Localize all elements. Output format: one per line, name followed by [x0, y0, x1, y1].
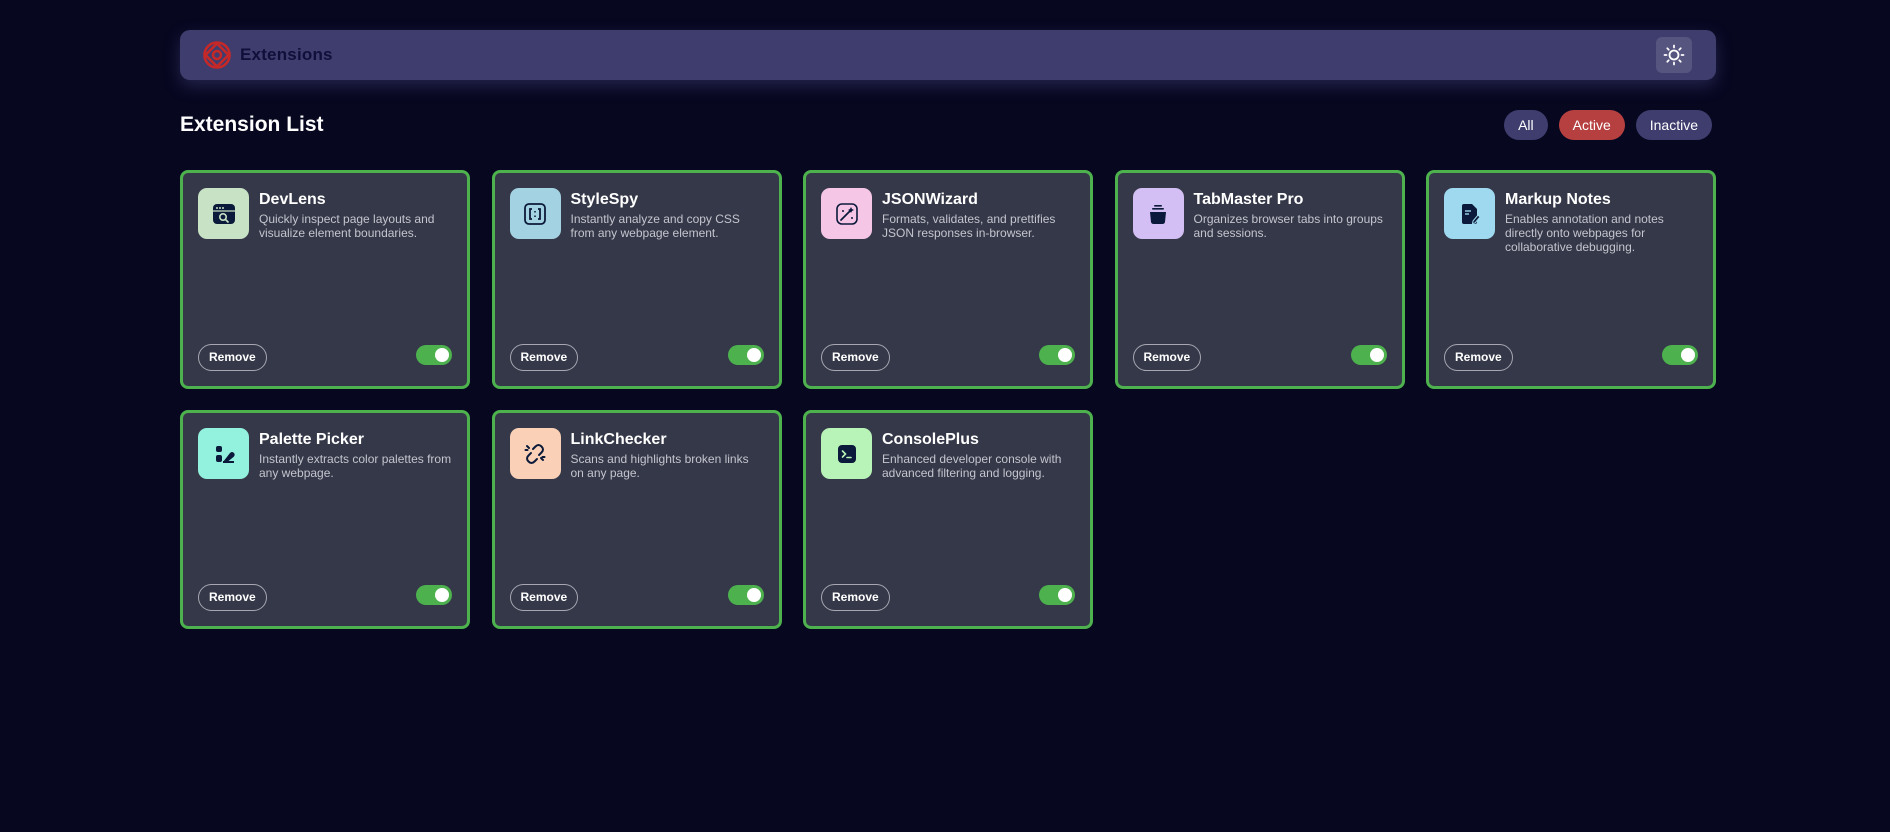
filter-group: All Active Inactive	[1504, 110, 1716, 140]
linkchecker-icon	[509, 428, 561, 479]
extension-description: Instantly analyze and copy CSS from any …	[570, 212, 740, 240]
enable-toggle[interactable]	[416, 344, 452, 365]
remove-button[interactable]: Remove	[509, 583, 579, 611]
consoleplus-icon	[821, 428, 872, 479]
extension-name: JSONWizard	[882, 191, 978, 208]
jsonwizard-icon	[821, 188, 872, 239]
palette-picker-icon	[198, 428, 249, 479]
extension-description: Enhanced developer console with advanced…	[882, 452, 1062, 480]
toggle-knob	[1058, 587, 1072, 602]
extension-name: Markup Notes	[1505, 191, 1611, 208]
tabmaster-icon	[1132, 188, 1184, 239]
enable-toggle[interactable]	[1039, 584, 1075, 605]
extension-name: ConsolePlus	[882, 431, 979, 448]
theme-toggle-button[interactable]	[1656, 37, 1692, 73]
toggle-knob	[1058, 347, 1072, 362]
enable-toggle[interactable]	[416, 584, 452, 605]
extension-name: DevLens	[259, 191, 326, 208]
enable-toggle[interactable]	[1350, 344, 1387, 365]
sun-icon	[1663, 44, 1685, 66]
extension-card: StyleSpy Instantly analyze and copy CSS …	[491, 170, 782, 389]
remove-button[interactable]: Remove	[198, 583, 267, 611]
brand[interactable]: Extensions	[202, 40, 333, 70]
extension-card: DevLens Quickly inspect page layouts and…	[180, 170, 470, 389]
enable-toggle[interactable]	[1039, 344, 1075, 365]
extension-description: Formats, validates, and prettifies JSON …	[882, 212, 1056, 240]
extension-card: LinkChecker Scans and highlights broken …	[491, 410, 782, 629]
extension-description: Instantly extracts color palettes from a…	[259, 452, 452, 480]
remove-button[interactable]: Remove	[821, 343, 890, 371]
enable-toggle[interactable]	[1662, 344, 1698, 365]
filter-all-button[interactable]: All	[1504, 110, 1548, 140]
markup-notes-icon	[1444, 188, 1495, 239]
filter-active-button[interactable]: Active	[1558, 110, 1625, 140]
extension-name: LinkChecker	[570, 431, 667, 448]
extension-card: TabMaster Pro Organizes browser tabs int…	[1114, 170, 1405, 389]
extension-description: Scans and highlights broken links on any…	[570, 452, 749, 480]
extension-name: StyleSpy	[570, 191, 639, 208]
toggle-knob	[1681, 347, 1695, 362]
extension-description: Organizes browser tabs into groups and s…	[1193, 212, 1383, 240]
remove-button[interactable]: Remove	[198, 343, 267, 371]
remove-button[interactable]: Remove	[1444, 343, 1513, 371]
toggle-knob	[435, 347, 449, 362]
toggle-knob	[435, 587, 449, 602]
toggle-knob	[746, 587, 761, 602]
extension-grid: DevLens Quickly inspect page layouts and…	[180, 170, 1716, 629]
devlens-icon	[198, 188, 249, 239]
extension-description: Enables annotation and notes directly on…	[1505, 212, 1664, 254]
toggle-knob	[746, 347, 761, 362]
stylespy-icon	[509, 188, 561, 239]
list-heading-row: Extension List All Active Inactive	[180, 110, 1716, 140]
extension-name: TabMaster Pro	[1193, 191, 1304, 208]
filter-inactive-button[interactable]: Inactive	[1635, 110, 1712, 140]
top-bar: Extensions	[180, 30, 1716, 80]
extension-card: Markup Notes Enables annotation and note…	[1426, 170, 1716, 389]
extension-card: Palette Picker Instantly extracts color …	[180, 410, 470, 629]
enable-toggle[interactable]	[727, 344, 764, 365]
extension-description: Quickly inspect page layouts and visuali…	[259, 212, 435, 240]
remove-button[interactable]: Remove	[1132, 343, 1202, 371]
extension-name: Palette Picker	[259, 431, 364, 448]
remove-button[interactable]: Remove	[509, 343, 579, 371]
page-title: Extension List	[180, 113, 324, 136]
extension-card: ConsolePlus Enhanced developer console w…	[803, 410, 1093, 629]
toggle-knob	[1369, 347, 1384, 362]
extensions-logo-icon	[203, 41, 231, 69]
remove-button[interactable]: Remove	[821, 583, 890, 611]
enable-toggle[interactable]	[727, 584, 764, 605]
brand-name: Extensions	[240, 45, 333, 64]
extension-card: JSONWizard Formats, validates, and prett…	[803, 170, 1093, 389]
